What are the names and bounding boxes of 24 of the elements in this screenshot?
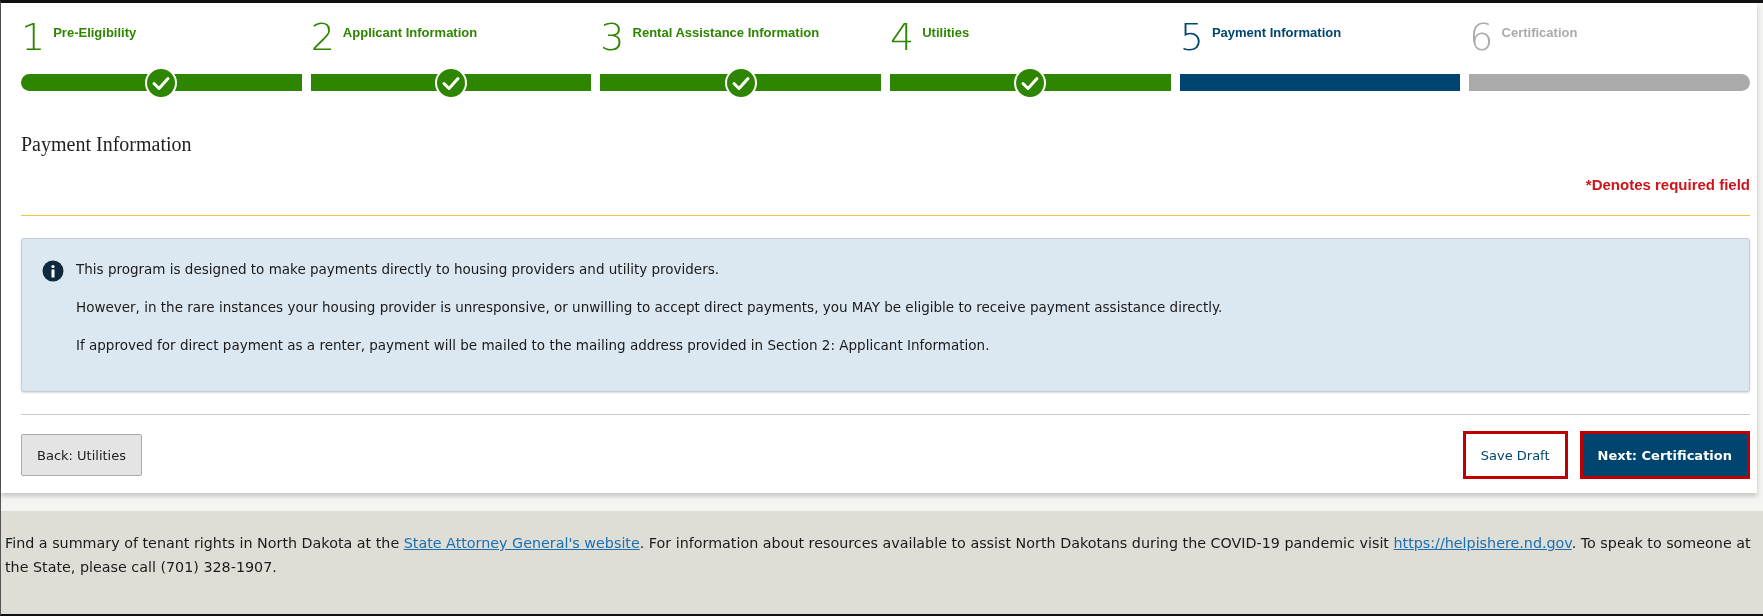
required-field-note: *Denotes required field	[1585, 176, 1750, 193]
step-label: Utilities	[922, 25, 970, 40]
next-button[interactable]: Next: Certification	[1579, 431, 1750, 479]
info-text: This program is designed to make payments directly to housing providers and utility providers.	[76, 260, 721, 279]
step-number: 6	[1469, 17, 1494, 57]
step-label: Rental Assistance Information	[632, 25, 820, 40]
save-draft-button[interactable]: Save Draft	[1462, 431, 1568, 479]
step-number: 4	[890, 17, 915, 57]
info-text: If approved for direct payment as a renter, payment will be mailed to the mailing address provided in Section 2: Applicant Information.	[76, 336, 991, 355]
footer-text: Find a summary of tenant rights in North Dakota at the State Attorney General's website. For information about resources available to assist North Dakotans during the COVID-19 pandemic visit https://helpishere.nd.gov. To speak to someone at the State, please call (701) 328-1907.	[5, 534, 1752, 577]
step-label: Certification	[1501, 25, 1578, 40]
footer-link[interactable]: State Attorney General's website	[403, 535, 640, 551]
step-number: 3	[600, 17, 625, 57]
step-number: 5	[1179, 17, 1204, 57]
step-label: Pre-Eligibility	[53, 25, 137, 40]
step-label: Applicant Information	[342, 25, 478, 40]
back-button[interactable]: Back: Utilities	[21, 434, 142, 476]
step-number: 2	[310, 17, 335, 57]
step-number: 1	[21, 17, 46, 57]
info-text: However, in the rare instances your housing provider is unresponsive, or unwilling to accept direct payments, you MAY be eligible to receive payment assistance directly.	[76, 298, 1223, 317]
footer-link[interactable]: https://helpishere.nd.gov	[1393, 535, 1572, 551]
section-title: Payment Information	[21, 133, 193, 156]
info-icon	[42, 260, 64, 282]
step-label: Payment Information	[1211, 25, 1342, 40]
